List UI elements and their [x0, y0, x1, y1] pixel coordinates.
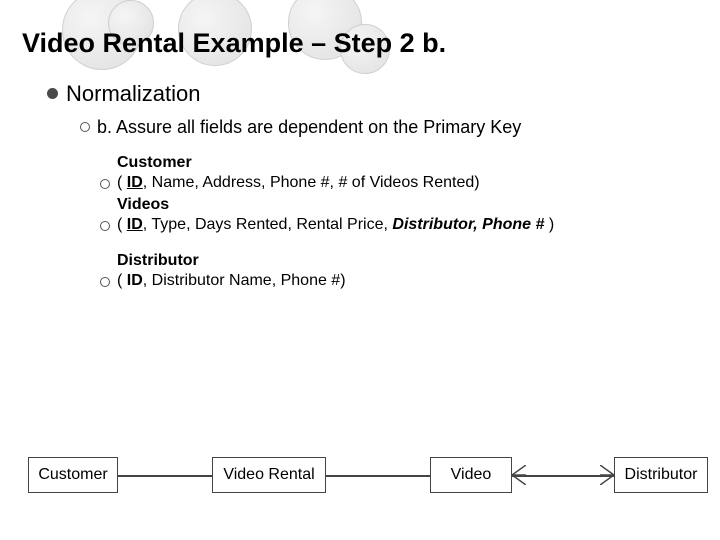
disc-bullet-icon [47, 88, 58, 99]
circle-bullet-icon [100, 179, 110, 189]
table-distributor-block: Distributor ( ID, Distributor Name, Phon… [22, 252, 698, 290]
table-name-customer: Customer [117, 154, 698, 172]
table-videos-block: Videos ( ID, Type, Days Rented, Rental P… [22, 196, 698, 234]
table-customer-block: Customer ( ID, Name, Address, Phone #, #… [22, 154, 698, 192]
pk-distributor: ID [127, 272, 143, 289]
lvl2-text: b. Assure all fields are dependent on th… [97, 117, 521, 138]
circle-bullet-icon [80, 122, 90, 132]
crowfoot-icon [600, 465, 614, 485]
fields-customer-text: ( ID, Name, Address, Phone #, # of Video… [117, 174, 480, 192]
lvl1-text: Normalization [66, 81, 201, 107]
entity-video: Video [430, 457, 512, 493]
fk-videos: Distributor, Phone # [392, 216, 544, 233]
slide-title: Video Rental Example – Step 2 b. [22, 28, 698, 59]
relation-line [118, 475, 212, 477]
crowfoot-icon [512, 465, 526, 485]
fields-distributor: ( ID, Distributor Name, Phone #) [100, 272, 698, 290]
circle-bullet-icon [100, 277, 110, 287]
bullet-level2: b. Assure all fields are dependent on th… [80, 117, 698, 138]
entity-customer: Customer [28, 457, 118, 493]
table-name-videos: Videos [117, 196, 698, 214]
fields-videos: ( ID, Type, Days Rented, Rental Price, D… [100, 216, 698, 234]
circle-bullet-icon [100, 221, 110, 231]
fields-distributor-text: ( ID, Distributor Name, Phone #) [117, 272, 346, 290]
entity-video-rental: Video Rental [212, 457, 326, 493]
table-name-distributor: Distributor [117, 252, 698, 270]
pk-customer: ID [127, 174, 143, 191]
fields-videos-text: ( ID, Type, Days Rented, Rental Price, D… [117, 216, 554, 234]
fields-customer: ( ID, Name, Address, Phone #, # of Video… [100, 174, 698, 192]
relation-line [326, 475, 430, 477]
er-diagram: Customer Video Rental Video Distributor [0, 445, 720, 505]
relation-line [512, 475, 614, 477]
pk-videos: ID [127, 216, 143, 233]
bullet-level1: Normalization [47, 81, 698, 107]
entity-distributor: Distributor [614, 457, 708, 493]
